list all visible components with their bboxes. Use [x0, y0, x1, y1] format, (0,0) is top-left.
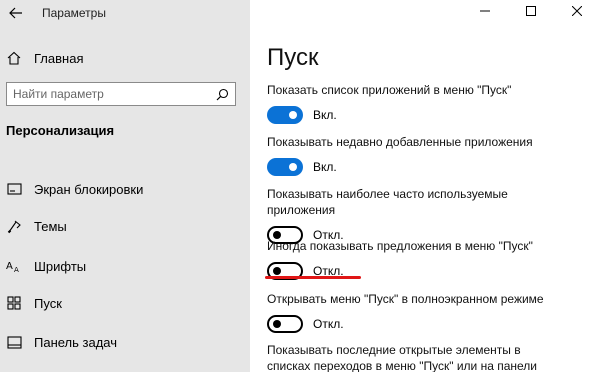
sidebar-item-home[interactable]: Главная [6, 48, 83, 68]
setting-description: Показывать последние открытые элементы в… [267, 343, 537, 372]
setting-description: Показывать недавно добавленные приложени… [267, 135, 533, 149]
toggle-switch[interactable] [267, 315, 303, 333]
window-title: Параметры [42, 6, 106, 20]
maximize-icon [526, 6, 536, 16]
setting-fullscreen: Открывать меню "Пуск" в полноэкранном ре… [267, 291, 567, 335]
sidebar-item-label: Пуск [34, 295, 62, 311]
setting-description: Открывать меню "Пуск" в полноэкранном ре… [267, 292, 544, 306]
toggle-state-label: Вкл. [313, 160, 337, 174]
sidebar-item-label: Панель задач [34, 334, 118, 350]
toggle-switch[interactable] [267, 158, 303, 176]
setting-show-app-list: Показать список приложений в меню "Пуск"… [267, 82, 567, 126]
svg-text:A: A [14, 266, 19, 273]
toggle-knob [289, 111, 297, 119]
maximize-button[interactable] [508, 0, 554, 22]
taskbar-icon [6, 334, 22, 350]
back-button[interactable] [6, 5, 26, 21]
sidebar-item-fonts[interactable]: A A Шрифты [0, 253, 250, 279]
sidebar-item-label: Темы [34, 218, 67, 234]
setting-description: Показывать наиболее часто используемые п… [267, 187, 508, 217]
fonts-icon: A A [6, 258, 22, 274]
lockscreen-icon [6, 181, 22, 197]
close-icon [572, 6, 582, 16]
toggle-knob [273, 320, 281, 328]
section-title: Персонализация [6, 123, 115, 138]
sidebar-item-lockscreen[interactable]: Экран блокировки [0, 176, 250, 202]
page-title: Пуск [267, 44, 319, 71]
setting-description: Иногда показывать предложения в меню "Пу… [267, 239, 533, 253]
sidebar-item-taskbar[interactable]: Панель задач [0, 329, 250, 355]
sidebar-item-label: Экран блокировки [34, 181, 144, 197]
themes-icon [6, 218, 22, 234]
minimize-icon [480, 10, 490, 12]
toggle-switch[interactable] [267, 106, 303, 124]
sidebar-item-start[interactable]: Пуск [0, 290, 250, 316]
setting-description: Показать список приложений в меню "Пуск" [267, 83, 512, 97]
toggle-knob [289, 163, 297, 171]
start-icon [6, 295, 22, 311]
toggle-state-label: Откл. [313, 317, 344, 331]
close-button[interactable] [554, 0, 600, 22]
setting-recently-added: Показывать недавно добавленные приложени… [267, 134, 567, 178]
svg-text:A: A [6, 261, 13, 272]
setting-recent-items: Показывать последние открытые элементы в… [267, 342, 567, 372]
setting-most-used: Показывать наиболее часто используемые п… [267, 186, 567, 246]
toggle-state-label: Вкл. [313, 108, 337, 122]
toggle-knob [273, 267, 281, 275]
search-box[interactable] [6, 82, 236, 106]
window-controls [462, 0, 600, 22]
sidebar-item-home-label: Главная [34, 50, 84, 66]
minimize-button[interactable] [462, 0, 508, 22]
home-icon [7, 51, 21, 65]
sidebar: Параметры Главная Персонализация Экран б… [0, 0, 250, 372]
search-icon[interactable] [216, 88, 229, 101]
highlight-underline [265, 276, 361, 279]
back-arrow-icon [9, 7, 22, 19]
search-input[interactable] [13, 86, 203, 102]
sidebar-item-label: Шрифты [34, 258, 87, 274]
sidebar-item-themes[interactable]: Темы [0, 213, 250, 239]
